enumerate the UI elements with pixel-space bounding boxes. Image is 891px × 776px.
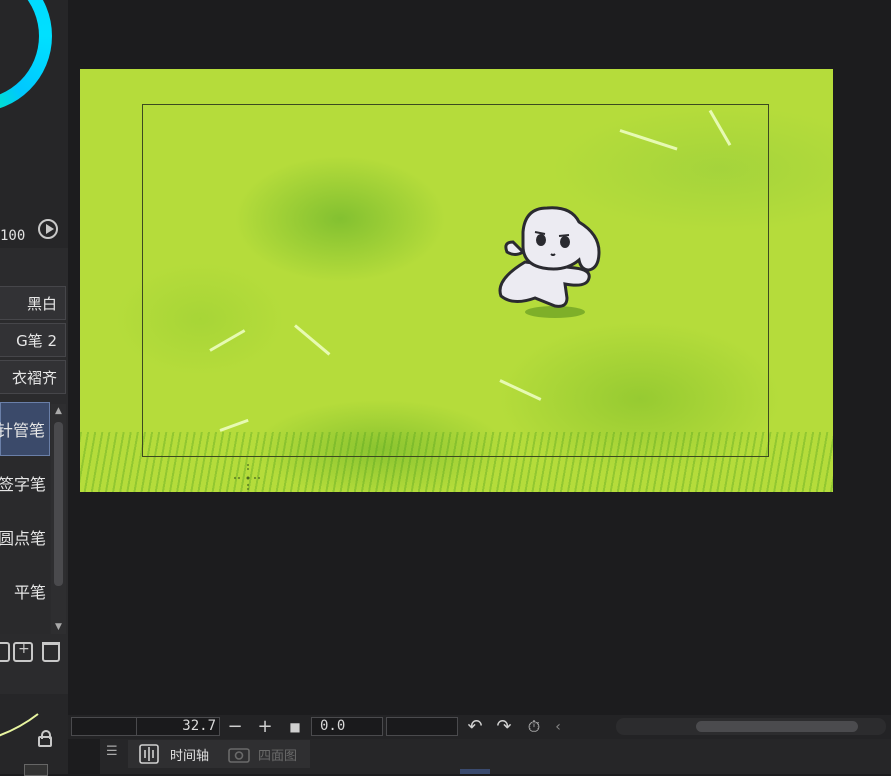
brush-list-scrollbar[interactable]: ▲ ▼	[51, 404, 66, 634]
view-control-bar: 32.7 − + ■ 0.0 ↶ ↷ ⏱ ‹	[68, 715, 891, 739]
rotate-left-icon[interactable]: ↶	[464, 716, 486, 738]
scroll-left-icon[interactable]: ‹	[547, 716, 569, 738]
trash-icon[interactable]	[42, 642, 60, 662]
zoom-out-button[interactable]: −	[224, 716, 246, 738]
panel-indicator	[460, 769, 490, 774]
zoom-slider[interactable]	[71, 717, 137, 736]
scroll-thumb[interactable]	[54, 422, 63, 586]
rotation-slider[interactable]	[386, 717, 458, 736]
rotation-value-field[interactable]: 0.0	[311, 717, 383, 736]
brush-item-dot-pen[interactable]: 圆点笔	[0, 510, 50, 564]
tab-timeline-label: 时间轴	[170, 748, 210, 764]
brush-item-needle-pen[interactable]: 针管笔	[0, 402, 50, 456]
play-icon[interactable]	[38, 219, 58, 239]
copy-brush-icon[interactable]	[0, 642, 10, 662]
pressure-curve[interactable]	[0, 694, 68, 744]
color-wheel-section: 100	[0, 0, 68, 248]
brush-tab-clothing-folds[interactable]: 衣褶齐	[0, 360, 66, 394]
opacity-value: 100	[0, 228, 26, 244]
rotate-right-icon[interactable]: ↷	[493, 716, 515, 738]
frame-guide	[142, 104, 769, 457]
brush-group-tabs: 黑白 G笔 2 衣褶齐	[0, 286, 68, 397]
bunny-character	[498, 206, 601, 318]
zoom-value-field[interactable]: 32.7	[136, 717, 220, 736]
stroke-curve-section	[0, 694, 68, 774]
scroll-up-icon[interactable]: ▲	[51, 404, 66, 418]
brush-item-flat-pen[interactable]: 平笔	[0, 564, 50, 618]
menu-icon[interactable]: ☰	[106, 744, 120, 759]
lock-icon[interactable]	[38, 730, 52, 747]
camera-icon	[228, 748, 250, 763]
stop-button[interactable]: ■	[284, 716, 306, 738]
horizontal-scroll-thumb[interactable]	[696, 721, 858, 732]
add-brush-icon[interactable]	[13, 641, 33, 662]
left-tool-panel: 100 黑白 G笔 2 衣褶齐 针管笔 签字笔 圆点笔 平笔 ▲ ▼	[0, 0, 68, 774]
brush-tab-g-pen-2[interactable]: G笔 2	[0, 323, 66, 357]
crosshair-icon	[234, 464, 262, 492]
tab-four-view-label: 四面图	[258, 748, 298, 764]
reset-rotation-icon[interactable]: ⏱	[523, 716, 545, 738]
brush-item-signature-pen[interactable]: 签字笔	[0, 456, 50, 510]
mini-toggle[interactable]	[24, 764, 48, 776]
brush-tab-black-white[interactable]: 黑白	[0, 286, 66, 320]
tab-four-view[interactable]: 四面图	[228, 740, 297, 768]
color-wheel[interactable]	[0, 0, 52, 112]
scroll-down-icon[interactable]: ▼	[51, 620, 66, 634]
brush-list: 针管笔 签字笔 圆点笔 平笔	[0, 402, 50, 634]
zoom-in-button[interactable]: +	[254, 716, 276, 738]
brush-actions	[0, 640, 68, 668]
timeline-icon	[139, 744, 159, 764]
horizontal-scrollbar[interactable]	[616, 718, 886, 735]
